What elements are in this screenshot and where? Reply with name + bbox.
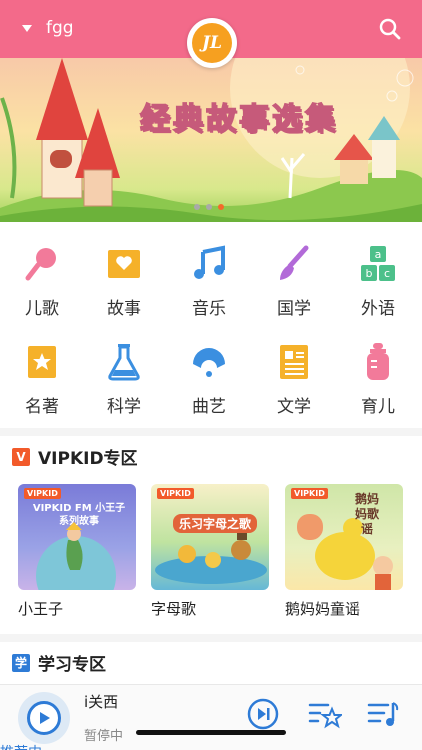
cover-text: VIPKID FM 小王子系列故事 [32,503,126,527]
dropdown-caret-icon [22,24,32,32]
play-icon [27,701,61,735]
study-section-header: 学 学习专区 [12,650,106,675]
carousel-dot [206,204,212,210]
category-label: 科学 [107,397,141,417]
logo-text: JL [192,23,232,63]
home-indicator [136,730,286,735]
vipkid-logo: VIPKID [24,488,61,499]
album-card[interactable]: VIPKID VIPKID FM 小王子系列故事 小王子 [18,484,136,619]
section-divider [0,634,422,642]
album-name: 字母歌 [151,600,197,618]
peek-tab-label: 推荐内 [0,742,42,750]
vipkid-logo: VIPKID [157,488,194,499]
album-cover: VIPKID VIPKID FM 小王子系列故事 [18,484,136,590]
book-heart-icon [108,250,140,278]
app-logo: JL [187,18,237,68]
mini-player: i关西 暂停中 [0,684,422,750]
username-label: fgg [46,18,74,38]
carousel-dot [194,204,200,210]
album-name: 小王子 [18,600,64,618]
playlist-icon[interactable] [366,697,400,731]
vipkid-badge: V [12,447,30,466]
category-wenxue[interactable]: 文学 [259,342,329,417]
flask-icon [108,344,140,381]
brush-icon [280,245,309,280]
vipkid-logo: VIPKID [291,488,328,499]
user-switcher[interactable]: fgg [22,18,74,38]
category-kexue[interactable]: 科学 [89,342,159,417]
category-label: 育儿 [361,397,395,417]
vipkid-section-header: V VIPKID专区 [12,444,138,469]
album-cover: VIPKID 鹅妈妈歌谣 [285,484,403,590]
category-label: 文学 [277,397,311,417]
category-guoxue[interactable]: 国学 [259,244,329,319]
svg-text:a: a [375,248,382,261]
album-name: 鹅妈妈童谣 [285,600,361,618]
study-badge: 学 [12,653,30,672]
svg-text:c: c [384,267,390,280]
category-mingzhu[interactable]: 名著 [7,342,77,417]
category-label: 音乐 [192,299,226,319]
album-card[interactable]: VIPKID 乐习字母之歌 字母歌 [151,484,269,619]
cover-text: 乐习字母之歌 [173,514,258,533]
abc-blocks-icon: a b c [361,246,395,281]
category-erge[interactable]: 儿歌 [7,244,77,319]
category-label: 外语 [361,299,395,319]
banner-illustration [0,58,422,222]
carousel-dot-active [218,204,224,210]
section-divider [0,428,422,436]
favorite-list-icon[interactable] [308,697,342,731]
album-cover: VIPKID 乐习字母之歌 [151,484,269,590]
baby-bottle-icon [367,343,389,380]
carousel-indicator [194,204,224,210]
category-quyi[interactable]: 曲艺 [174,342,244,417]
category-gushi[interactable]: 故事 [89,244,159,319]
section-title: VIPKID专区 [38,449,138,469]
play-button[interactable] [18,692,70,744]
playback-status: 暂停中 [84,729,124,744]
banner-title: 经典故事选集 [139,101,338,138]
category-yuer[interactable]: 育儿 [343,342,413,417]
category-label: 国学 [277,299,311,319]
category-label: 故事 [107,299,141,319]
microphone-icon [25,248,56,281]
next-track-icon[interactable] [246,697,280,731]
music-note-icon [194,245,225,279]
album-card[interactable]: VIPKID 鹅妈妈歌谣 鹅妈妈童谣 [285,484,403,619]
svg-text:b: b [366,267,373,280]
search-icon[interactable] [378,17,402,41]
cover-text: 鹅妈妈歌谣 [354,492,379,536]
category-label: 儿歌 [25,299,59,319]
document-icon [280,345,308,379]
star-book-icon [28,346,56,378]
category-waiyu[interactable]: a b c 外语 [343,244,413,319]
category-label: 曲艺 [192,397,226,417]
category-label: 名著 [25,397,59,417]
fan-icon [193,348,225,377]
category-yinyue[interactable]: 音乐 [174,244,244,319]
section-title: 学习专区 [38,655,106,675]
track-title: i关西 [84,693,119,711]
banner-carousel[interactable]: 经典故事选集 [0,58,422,222]
